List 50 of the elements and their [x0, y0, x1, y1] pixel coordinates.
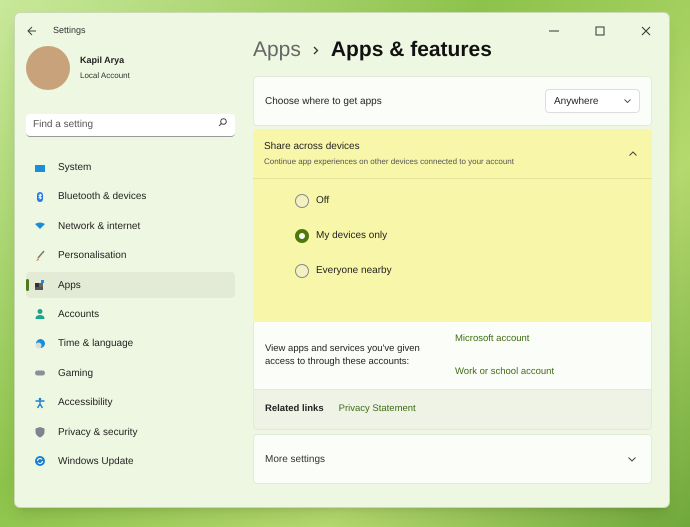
- breadcrumb-link[interactable]: Apps: [253, 34, 301, 66]
- nav-icon: [34, 250, 46, 262]
- card-subtitle: Continue app experiences on other devices connected to your account: [264, 156, 514, 168]
- account-link[interactable]: Microsoft account: [455, 332, 554, 346]
- nav-icon: [34, 426, 46, 438]
- nav-icon: [34, 338, 46, 350]
- radio-button[interactable]: [295, 228, 309, 242]
- description-text: View apps and services you've given access to through these accounts:: [265, 342, 421, 368]
- card-title: Share across devices: [264, 140, 361, 154]
- sidebar-item[interactable]: Apps: [26, 272, 235, 298]
- search-icon: [218, 118, 227, 127]
- nav-icon: [34, 455, 46, 468]
- sidebar-item[interactable]: Windows Update: [26, 448, 235, 474]
- sidebar-item[interactable]: System: [26, 154, 235, 180]
- chevron-right-icon: [312, 46, 319, 54]
- selection-indicator: [26, 279, 29, 292]
- account-link[interactable]: Work or school account: [455, 364, 554, 379]
- setting-label: Choose where to get apps: [265, 94, 382, 108]
- nav-icon: [34, 279, 46, 292]
- sidebar-item[interactable]: Privacy & security: [26, 419, 235, 446]
- related-links-label: Related links: [265, 402, 324, 416]
- sidebar-item[interactable]: Personalisation: [26, 242, 235, 269]
- maximize-icon[interactable]: [595, 26, 605, 36]
- close-icon[interactable]: [641, 26, 651, 36]
- dropdown[interactable]: Anywhere: [545, 89, 640, 113]
- sidebar-item[interactable]: Network & internet: [26, 213, 235, 240]
- page-title: Apps & features: [330, 37, 492, 64]
- related-link[interactable]: Privacy Statement: [338, 402, 416, 417]
- chevron-down-icon: [624, 99, 631, 103]
- sidebar-item[interactable]: Time & language: [26, 330, 235, 357]
- sidebar-item[interactable]: Accounts: [26, 301, 235, 328]
- avatar: [26, 46, 70, 90]
- radio-button[interactable]: [295, 194, 309, 208]
- account-type: Local Account: [80, 70, 130, 82]
- account-name: Kapil Arya: [80, 54, 126, 68]
- sidebar-item[interactable]: Bluetooth & devices: [26, 184, 235, 210]
- search-field[interactable]: Find a setting: [26, 114, 235, 136]
- radio-button[interactable]: [295, 264, 309, 278]
- nav-icon: [34, 308, 46, 320]
- nav-icon: [34, 190, 46, 203]
- sidebar-item[interactable]: Accessibility: [26, 390, 235, 416]
- window-title: Settings: [53, 24, 86, 38]
- radio-label: Everyone nearby: [316, 264, 392, 278]
- more-settings-card[interactable]: More settings: [253, 434, 652, 484]
- radio-label: Off: [316, 194, 330, 208]
- nav-icon: [34, 396, 46, 409]
- sidebar-item[interactable]: Gaming: [26, 360, 235, 386]
- back-arrow-icon[interactable]: [27, 26, 37, 36]
- share-header[interactable]: Share across devices Continue app experiences on other devices connected to your account: [253, 129, 652, 179]
- radio-label: My devices only: [316, 229, 388, 243]
